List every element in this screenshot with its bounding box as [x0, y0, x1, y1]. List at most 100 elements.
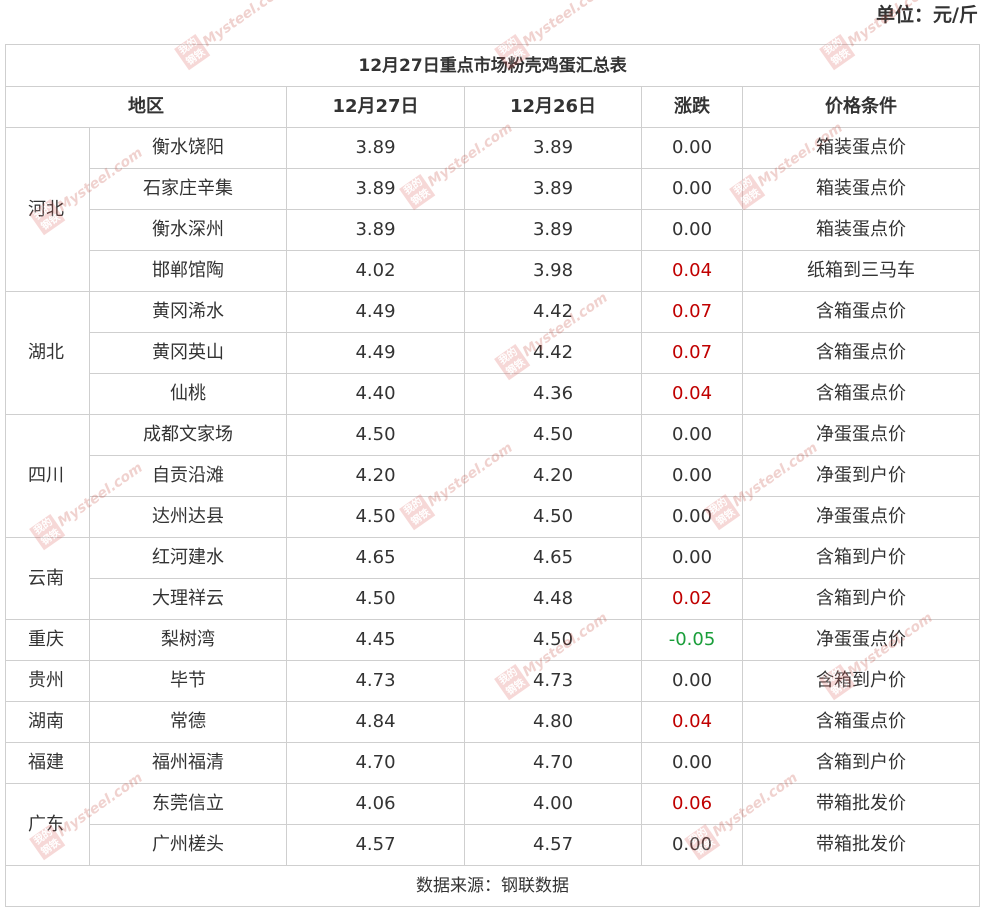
change-cell: 0.06	[641, 783, 743, 825]
price-dec26-cell: 4.80	[464, 701, 642, 743]
table-row: 衡水深州 3.89 3.89 0.00 箱装蛋点价	[6, 209, 981, 251]
price-dec27-cell: 4.57	[286, 824, 465, 866]
price-dec27-cell: 3.89	[286, 168, 465, 210]
price-dec26-cell: 3.98	[464, 250, 642, 292]
change-cell: 0.07	[641, 332, 743, 374]
region-cell: 福建	[5, 742, 90, 784]
price-dec26-cell: 4.50	[464, 496, 642, 538]
market-cell: 达州达县	[89, 496, 287, 538]
table-row: 贵州 毕节 4.73 4.73 0.00 含箱到户价	[5, 660, 981, 702]
price-dec26-cell: 4.20	[464, 455, 642, 497]
condition-cell: 箱装蛋点价	[741, 209, 981, 251]
price-dec26-cell: 4.70	[464, 742, 642, 784]
change-cell: 0.00	[641, 824, 743, 866]
change-cell: 0.07	[641, 291, 743, 333]
price-dec27-cell: 4.50	[286, 496, 465, 538]
condition-cell: 带箱批发价	[741, 783, 981, 825]
region-cell: 重庆	[5, 619, 90, 661]
condition-cell: 含箱到户价	[741, 742, 981, 784]
table-row: 达州达县 4.50 4.50 0.00 净蛋蛋点价	[6, 496, 981, 538]
market-cell: 衡水深州	[89, 209, 287, 251]
table-row: 邯郸馆陶 4.02 3.98 0.04 纸箱到三马车	[6, 250, 981, 292]
price-dec26-cell: 4.48	[464, 578, 642, 620]
price-dec26-cell: 4.36	[464, 373, 642, 415]
condition-cell: 含箱到户价	[741, 578, 981, 620]
condition-cell: 带箱批发价	[741, 824, 981, 866]
header-change: 涨跌	[641, 86, 743, 128]
condition-cell: 箱装蛋点价	[741, 127, 981, 169]
price-dec26-cell: 3.89	[464, 168, 642, 210]
table-row: 黄冈英山 4.49 4.42 0.07 含箱蛋点价	[6, 332, 981, 374]
condition-cell: 箱装蛋点价	[741, 168, 981, 210]
table-row: 湖南 常德 4.84 4.80 0.04 含箱蛋点价	[5, 701, 981, 743]
market-cell: 常德	[89, 701, 287, 743]
market-cell: 红河建水	[89, 537, 287, 579]
region-cell: 云南	[5, 537, 90, 620]
condition-cell: 净蛋蛋点价	[741, 414, 981, 456]
price-dec26-cell: 4.65	[464, 537, 642, 579]
price-dec27-cell: 3.89	[286, 209, 465, 251]
header-condition: 价格条件	[741, 86, 981, 128]
price-dec27-cell: 4.20	[286, 455, 465, 497]
price-dec27-cell: 4.49	[286, 291, 465, 333]
market-cell: 大理祥云	[89, 578, 287, 620]
change-cell: 0.00	[641, 537, 743, 579]
condition-cell: 含箱蛋点价	[741, 373, 981, 415]
price-dec26-cell: 4.73	[464, 660, 642, 702]
table-row: 河北 衡水饶阳 3.89 3.89 0.00 箱装蛋点价	[5, 127, 981, 292]
price-dec26-cell: 4.50	[464, 619, 642, 661]
price-dec27-cell: 4.06	[286, 783, 465, 825]
condition-cell: 含箱蛋点价	[741, 291, 981, 333]
condition-cell: 含箱到户价	[741, 660, 981, 702]
market-cell: 衡水饶阳	[89, 127, 287, 169]
price-dec26-cell: 4.50	[464, 414, 642, 456]
table-row: 四川 成都文家场 4.50 4.50 0.00 净蛋蛋点价	[5, 414, 981, 538]
price-dec26-cell: 3.89	[464, 209, 642, 251]
condition-cell: 净蛋蛋点价	[741, 496, 981, 538]
table-title-row: 12月27日重点市场粉壳鸡蛋汇总表	[4, 44, 981, 87]
price-dec27-cell: 4.40	[286, 373, 465, 415]
source-note: 数据来源：钢联数据	[4, 865, 981, 907]
price-dec27-cell: 4.73	[286, 660, 465, 702]
price-dec27-cell: 4.70	[286, 742, 465, 784]
change-cell: 0.00	[641, 660, 743, 702]
header-region: 地区	[5, 86, 287, 128]
change-cell: 0.04	[641, 250, 743, 292]
price-dec26-cell: 4.00	[464, 783, 642, 825]
change-cell: 0.00	[641, 209, 743, 251]
header-dec26: 12月26日	[464, 86, 642, 128]
change-cell: 0.00	[641, 168, 743, 210]
condition-cell: 净蛋到户价	[741, 455, 981, 497]
market-cell: 黄冈浠水	[89, 291, 287, 333]
price-dec27-cell: 4.50	[286, 578, 465, 620]
change-cell: 0.00	[641, 742, 743, 784]
price-dec27-cell: 4.84	[286, 701, 465, 743]
price-dec27-cell: 3.89	[286, 127, 465, 169]
market-cell: 东莞信立	[89, 783, 287, 825]
table-row: 福建 福州福清 4.70 4.70 0.00 含箱到户价	[5, 742, 981, 784]
table-title: 12月27日重点市场粉壳鸡蛋汇总表	[4, 44, 981, 87]
condition-cell: 含箱蛋点价	[741, 332, 981, 374]
change-cell: -0.05	[641, 619, 743, 661]
change-cell: 0.00	[641, 455, 743, 497]
change-cell: 0.00	[641, 496, 743, 538]
condition-cell: 含箱到户价	[741, 537, 981, 579]
unit-label: 单位：元/斤	[876, 4, 978, 26]
market-cell: 成都文家场	[89, 414, 287, 456]
market-cell: 黄冈英山	[89, 332, 287, 374]
price-dec27-cell: 4.49	[286, 332, 465, 374]
region-cell: 河北	[5, 127, 90, 292]
table-row: 重庆 梨树湾 4.45 4.50 -0.05 净蛋蛋点价	[5, 619, 981, 661]
market-cell: 自贡沿滩	[89, 455, 287, 497]
condition-cell: 净蛋蛋点价	[741, 619, 981, 661]
change-cell: 0.04	[641, 373, 743, 415]
header-dec27: 12月27日	[286, 86, 465, 128]
market-cell: 梨树湾	[89, 619, 287, 661]
table-row: 仙桃 4.40 4.36 0.04 含箱蛋点价	[6, 373, 981, 415]
table-row: 石家庄辛集 3.89 3.89 0.00 箱装蛋点价	[6, 168, 981, 210]
price-dec26-cell: 4.42	[464, 332, 642, 374]
market-cell: 福州福清	[89, 742, 287, 784]
table-row: 自贡沿滩 4.20 4.20 0.00 净蛋到户价	[6, 455, 981, 497]
market-cell: 毕节	[89, 660, 287, 702]
table-row: 云南 红河建水 4.65 4.65 0.00 含箱到户价	[5, 537, 981, 620]
